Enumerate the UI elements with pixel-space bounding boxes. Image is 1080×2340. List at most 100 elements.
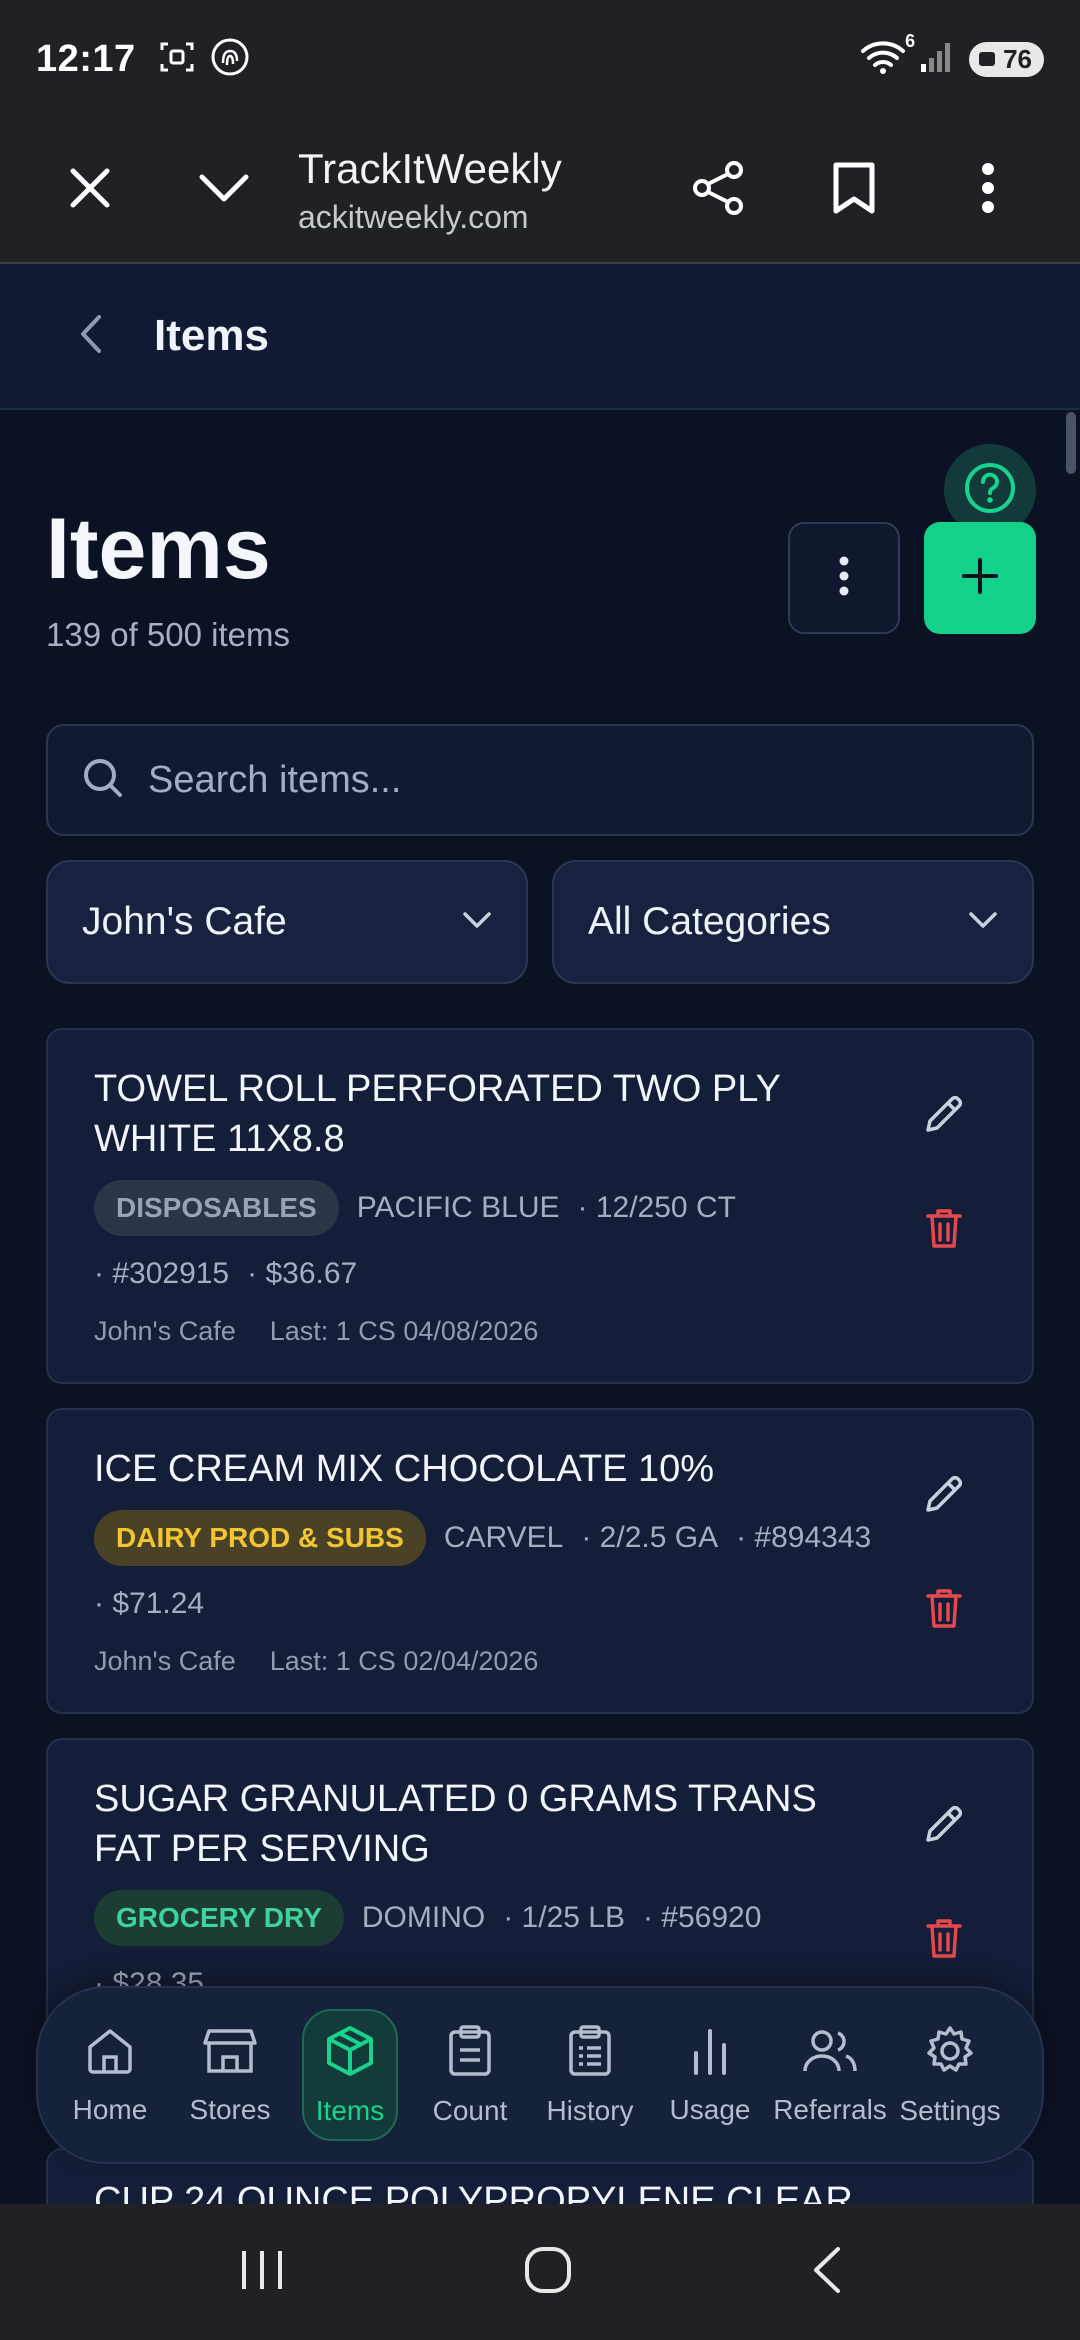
system-navigation-bar <box>0 2204 1080 2340</box>
search-box <box>46 724 1034 836</box>
edit-item-button[interactable] <box>906 1458 982 1534</box>
nav-stores[interactable]: Stores <box>170 2009 290 2141</box>
nav-label: Usage <box>669 2093 751 2125</box>
item-name: CUP 24 OUNCE POLYPROPYLENE CLEAR <box>94 2180 853 2204</box>
item-card[interactable]: TOWEL ROLL PERFORATED TWO PLY WHITE 11X8… <box>46 1028 1034 1384</box>
chevron-down-icon <box>198 171 250 210</box>
item-meta: DISPOSABLES PACIFIC BLUE · 12/250 CT · #… <box>94 1180 894 1300</box>
chevron-left-icon <box>77 313 103 360</box>
back-button[interactable] <box>50 296 130 376</box>
nav-usage[interactable]: Usage <box>650 2009 770 2141</box>
bookmark-button[interactable] <box>808 144 900 236</box>
status-bar: 12:17 6 76 <box>0 0 1080 118</box>
trash-icon <box>924 1916 964 1965</box>
close-tab-button[interactable] <box>44 144 136 236</box>
share-button[interactable] <box>672 144 764 236</box>
item-last-count: Last: 1 CS 02/04/2026 <box>269 1646 539 1676</box>
item-footer: John's Cafe Last: 1 CS 04/08/2026 <box>94 1316 538 1347</box>
pencil-icon <box>922 1092 966 1141</box>
add-item-button[interactable] <box>924 522 1036 634</box>
search-input[interactable] <box>148 758 968 802</box>
item-store: John's Cafe <box>94 1316 236 1346</box>
pencil-icon <box>922 1472 966 1521</box>
nav-home[interactable]: Home <box>50 2009 170 2141</box>
item-price: · $36.67 <box>247 1257 358 1290</box>
bookmark-icon <box>832 161 876 220</box>
item-sku: · #302915 <box>94 1257 230 1290</box>
item-price: · $71.24 <box>94 1587 205 1620</box>
edit-item-button[interactable] <box>906 1078 982 1154</box>
item-meta: DAIRY PROD & SUBS CARVEL · 2/2.5 GA · #8… <box>94 1510 894 1630</box>
edit-item-button[interactable] <box>906 1788 982 1864</box>
browser-title-area[interactable]: TrackItWeekly ackitweekly.com <box>298 145 562 236</box>
item-name: ICE CREAM MIX CHOCOLATE 10% <box>94 1448 715 1490</box>
category-badge: DAIRY PROD & SUBS <box>94 1510 426 1566</box>
back-system-button[interactable] <box>810 2245 842 2300</box>
chevron-down-icon <box>968 911 998 934</box>
browser-menu-button[interactable] <box>942 144 1034 236</box>
item-sku: · #56920 <box>642 1901 762 1934</box>
item-last-count: Last: 1 CS 04/08/2026 <box>269 1316 539 1346</box>
item-footer: John's Cafe Last: 1 CS 02/04/2026 <box>94 1646 538 1677</box>
nav-settings[interactable]: Settings <box>890 2009 1010 2141</box>
home-icon <box>84 2025 136 2082</box>
item-store: John's Cafe <box>94 1646 236 1676</box>
status-left-icons <box>158 37 250 82</box>
more-options-button[interactable] <box>788 522 900 634</box>
wifi-label: 6 <box>905 30 916 51</box>
fingerprint-icon <box>210 37 250 82</box>
category-badge: GROCERY DRY <box>94 1890 344 1946</box>
gear-icon <box>923 2024 977 2083</box>
store-filter-select[interactable]: John's Cafe <box>46 860 528 984</box>
share-icon <box>690 160 746 221</box>
back-arrow-icon <box>810 2246 842 2299</box>
nav-count[interactable]: Count <box>410 2009 530 2141</box>
more-vertical-icon <box>838 556 850 601</box>
browser-toolbar: TrackItWeekly ackitweekly.com <box>0 118 1080 264</box>
nav-label: Stores <box>189 2093 271 2125</box>
recent-apps-button[interactable] <box>238 2247 286 2298</box>
status-time: 12:17 <box>36 37 136 80</box>
header-title: Items <box>154 311 269 360</box>
recent-apps-icon <box>238 2250 286 2297</box>
minimize-tab-button[interactable] <box>178 144 270 236</box>
clipboard-icon <box>447 2024 493 2083</box>
item-pack: · 1/25 LB <box>503 1901 625 1934</box>
nav-history[interactable]: History <box>530 2009 650 2141</box>
item-name: SUGAR GRANULATED 0 GRAMS TRANS FAT PER S… <box>94 1778 817 1870</box>
trash-icon <box>924 1206 964 1255</box>
category-badge: DISPOSABLES <box>94 1180 339 1236</box>
clipboard-list-icon <box>567 2024 613 2083</box>
pencil-icon <box>922 1802 966 1851</box>
browser-page-title: TrackItWeekly <box>298 144 562 192</box>
trash-icon <box>924 1586 964 1635</box>
nav-label: Count <box>432 2094 508 2126</box>
item-pack: · 12/250 CT <box>577 1191 736 1224</box>
users-icon <box>802 2025 858 2082</box>
page-title: Items <box>46 501 271 597</box>
home-system-button[interactable] <box>523 2245 573 2300</box>
nav-label: Referrals <box>773 2093 887 2125</box>
items-page: Items 139 of 500 items John's Cafe All C… <box>0 410 1080 2204</box>
delete-item-button[interactable] <box>906 1192 982 1268</box>
category-filter-select[interactable]: All Categories <box>552 860 1034 984</box>
chevron-down-icon <box>462 911 492 934</box>
scrollbar[interactable] <box>1066 412 1076 474</box>
box-icon <box>323 2024 377 2083</box>
item-brand: DOMINO <box>361 1901 486 1934</box>
nav-referrals[interactable]: Referrals <box>770 2009 890 2141</box>
battery-indicator: 76 <box>969 41 1044 77</box>
more-vertical-icon <box>981 162 995 219</box>
item-card[interactable]: ICE CREAM MIX CHOCOLATE 10% DAIRY PROD &… <box>46 1408 1034 1714</box>
plus-icon <box>960 556 1000 601</box>
nav-label: Home <box>72 2093 148 2125</box>
edit-item-button[interactable] <box>906 2186 982 2204</box>
item-brand: PACIFIC BLUE <box>356 1191 560 1224</box>
item-count: 139 of 500 items <box>46 616 290 653</box>
delete-item-button[interactable] <box>906 1572 982 1648</box>
help-icon <box>963 461 1017 520</box>
category-filter-value: All Categories <box>588 900 831 943</box>
delete-item-button[interactable] <box>906 1902 982 1978</box>
nav-items[interactable]: Items <box>302 2009 398 2141</box>
app-header: Items <box>0 264 1080 410</box>
